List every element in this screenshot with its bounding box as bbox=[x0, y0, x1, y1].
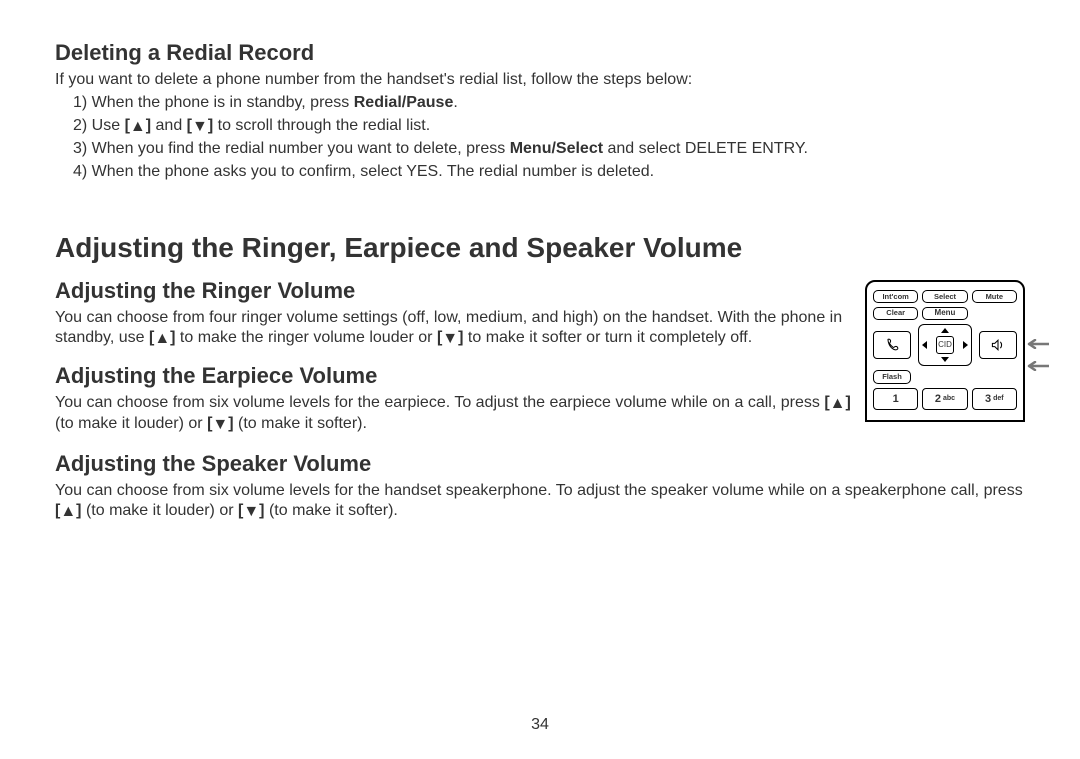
phone-illustration-column: Int'com Select Mute Clear Menu bbox=[865, 278, 1025, 422]
up-arrow-icon: ▲ bbox=[154, 329, 170, 349]
heading-deleting-redial: Deleting a Redial Record bbox=[55, 40, 1025, 66]
phone-nav-row: CID bbox=[873, 324, 1017, 366]
intro-text: If you want to delete a phone number fro… bbox=[55, 70, 1025, 90]
nav-pad: CID bbox=[918, 324, 972, 366]
heading-adjusting-volume: Adjusting the Ringer, Earpiece and Speak… bbox=[55, 232, 1025, 264]
key-1: 1 bbox=[873, 388, 918, 410]
phone-num-row: 1 2abc 3def bbox=[873, 388, 1017, 410]
menu-select-label: Menu/Select bbox=[510, 140, 603, 157]
step-4: 4) When the phone asks you to confirm, s… bbox=[55, 161, 1025, 183]
clear-key: Clear bbox=[873, 307, 918, 320]
step-2: 2) Use [▲] and [▼] to scroll through the… bbox=[55, 115, 1025, 138]
heading-earpiece-volume: Adjusting the Earpiece Volume bbox=[55, 363, 853, 389]
phone-row-labels-1: Int'com Select Mute bbox=[873, 290, 1017, 303]
earpiece-a: You can choose from six volume levels fo… bbox=[55, 394, 824, 411]
talk-key bbox=[873, 331, 911, 359]
step-1-text-c: . bbox=[453, 94, 457, 111]
step-2-text-a: 2) Use bbox=[73, 117, 125, 134]
speaker-text: You can choose from six volume levels fo… bbox=[55, 481, 1025, 522]
pointer-arrow-icon bbox=[1021, 358, 1049, 368]
down-arrow-icon: ▼ bbox=[212, 415, 228, 435]
nav-left-icon bbox=[922, 341, 927, 349]
speaker-key bbox=[979, 331, 1017, 359]
menu-key: Menu bbox=[922, 307, 967, 320]
key-3: 3def bbox=[972, 388, 1017, 410]
up-arrow-icon: ▲ bbox=[130, 116, 146, 138]
down-arrow-icon: ▼ bbox=[442, 329, 458, 349]
nav-up-icon bbox=[941, 328, 949, 333]
ringer-c: to make it softer or turn it completely … bbox=[463, 329, 752, 346]
phone-row-labels-2: Clear Menu bbox=[873, 307, 1017, 320]
key-3-sub: def bbox=[993, 395, 1004, 402]
key-2-sub: abc bbox=[943, 395, 955, 402]
heading-ringer-volume: Adjusting the Ringer Volume bbox=[55, 278, 853, 304]
page-number: 34 bbox=[0, 716, 1080, 734]
pointer-arrow-icon bbox=[1021, 336, 1049, 346]
speaker-a: You can choose from six volume levels fo… bbox=[55, 482, 1023, 499]
step-3-text-c: and select DELETE ENTRY. bbox=[603, 140, 808, 157]
up-arrow-icon: ▲ bbox=[60, 502, 76, 522]
heading-speaker-volume: Adjusting the Speaker Volume bbox=[55, 451, 1025, 477]
intcom-key: Int'com bbox=[873, 290, 918, 303]
down-arrow-icon: ▼ bbox=[243, 502, 259, 522]
step-3-text-a: 3) When you find the redial number you w… bbox=[73, 140, 510, 157]
key-3-label: 3 bbox=[985, 393, 991, 405]
volume-two-col: Adjusting the Ringer Volume You can choo… bbox=[55, 278, 1025, 437]
key-2-label: 2 bbox=[935, 393, 941, 405]
select-key: Select bbox=[922, 290, 967, 303]
ringer-b: to make the ringer volume louder or bbox=[175, 329, 436, 346]
cid-key: CID bbox=[936, 336, 954, 354]
step-3: 3) When you find the redial number you w… bbox=[55, 138, 1025, 160]
manual-page: Deleting a Redial Record If you want to … bbox=[0, 0, 1080, 759]
step-2-text-b: and bbox=[151, 117, 187, 134]
phone-flash-row: Flash bbox=[873, 370, 1017, 384]
bracket-close-5: ] bbox=[845, 394, 850, 411]
flash-key: Flash bbox=[873, 370, 911, 384]
key-1-label: 1 bbox=[893, 393, 899, 405]
step-1-text-a: 1) When the phone is in standby, press bbox=[73, 94, 354, 111]
nav-down-icon bbox=[941, 357, 949, 362]
speaker-b: (to make it louder) or bbox=[82, 502, 239, 519]
nav-right-icon bbox=[963, 341, 968, 349]
earpiece-c: (to make it softer). bbox=[234, 415, 367, 432]
volume-text-column: Adjusting the Ringer Volume You can choo… bbox=[55, 278, 853, 437]
step-2-text-c: to scroll through the redial list. bbox=[213, 117, 430, 134]
speaker-c: (to make it softer). bbox=[265, 502, 398, 519]
step-1: 1) When the phone is in standby, press R… bbox=[55, 92, 1025, 114]
ringer-text: You can choose from four ringer volume s… bbox=[55, 308, 853, 349]
phone-illustration: Int'com Select Mute Clear Menu bbox=[865, 280, 1025, 422]
earpiece-b: (to make it louder) or bbox=[55, 415, 207, 432]
redial-pause-label: Redial/Pause bbox=[354, 94, 454, 111]
up-arrow-icon: ▲ bbox=[830, 394, 846, 414]
earpiece-text: You can choose from six volume levels fo… bbox=[55, 393, 853, 435]
mute-key: Mute bbox=[972, 290, 1017, 303]
down-arrow-icon: ▼ bbox=[192, 116, 208, 138]
key-2: 2abc bbox=[922, 388, 967, 410]
